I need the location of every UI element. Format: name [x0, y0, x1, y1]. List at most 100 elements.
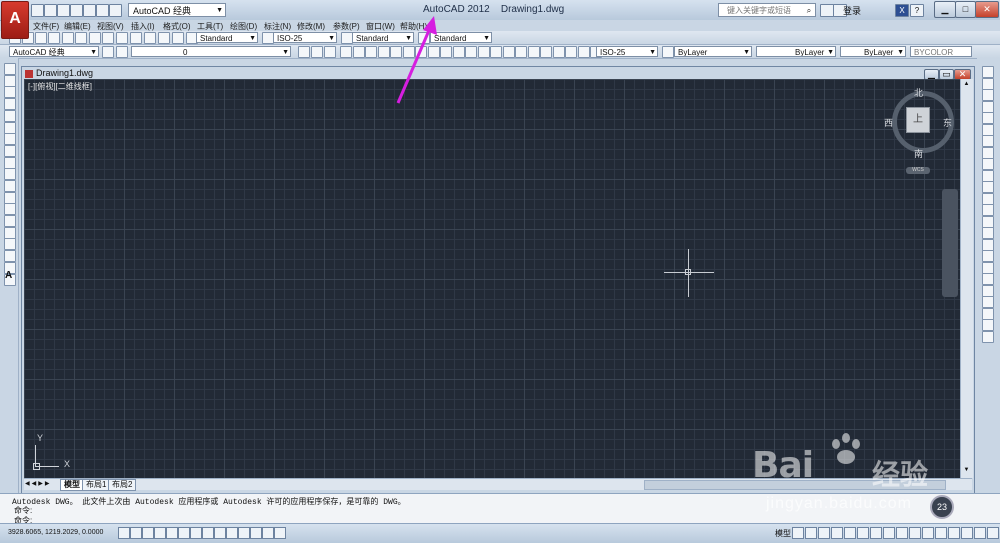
draw-tool-icon-4[interactable] — [4, 110, 16, 122]
modify-tool-icon-23[interactable] — [982, 331, 994, 343]
search-icon[interactable]: ⌕ — [803, 5, 815, 16]
draw-tool-icon-3[interactable] — [4, 98, 16, 110]
draw-tool-icon-9[interactable] — [4, 168, 16, 180]
status-toggle-icon-7[interactable] — [202, 527, 214, 539]
status-toggle-icon-13[interactable] — [274, 527, 286, 539]
draw-tool-icon-12[interactable] — [4, 203, 16, 215]
modify-tool-icon-18[interactable] — [982, 273, 994, 285]
workspace-dropdown[interactable]: AutoCAD 经典 ▼ — [128, 3, 226, 17]
standard-tool-icon-11[interactable] — [158, 32, 170, 44]
model-space-canvas[interactable]: [-][俯视][二维线框] 上 北 南 东 西 WCS Y X — [24, 79, 960, 478]
maximize-button[interactable]: □ — [955, 1, 976, 18]
standard-tool-icon-3[interactable] — [48, 32, 60, 44]
modify-tool-icon-22[interactable] — [982, 319, 994, 331]
redo-icon[interactable] — [109, 4, 122, 17]
scroll-up-icon[interactable]: ▲ — [962, 81, 971, 89]
text-style-dropdown[interactable]: Standard ▼ — [196, 32, 258, 43]
viewcube-east[interactable]: 东 — [943, 116, 952, 129]
communication-icon[interactable] — [820, 4, 834, 17]
layer-dim-tool-icon-19[interactable] — [540, 46, 552, 58]
status-toggle-icon-17[interactable] — [831, 527, 843, 539]
status-toggle-icon-10[interactable] — [238, 527, 250, 539]
layer-dropdown[interactable]: 0 ▼ — [131, 46, 291, 57]
status-toggle-icon-4[interactable] — [166, 527, 178, 539]
viewcube-north[interactable]: 北 — [914, 86, 923, 99]
modify-tool-icon-0[interactable] — [982, 66, 994, 78]
draw-tool-icon-16[interactable] — [4, 250, 16, 262]
layer-dim-tool-icon-16[interactable] — [503, 46, 515, 58]
close-button[interactable]: ✕ — [975, 1, 999, 18]
property-tool-icon-0[interactable] — [662, 46, 674, 58]
modify-tool-icon-12[interactable] — [982, 204, 994, 216]
undo-icon[interactable] — [96, 4, 109, 17]
open-icon[interactable] — [44, 4, 57, 17]
layer-dim-tool-icon-4[interactable] — [353, 46, 365, 58]
help-icon[interactable]: ? — [910, 4, 924, 17]
status-toggle-icon-0[interactable] — [118, 527, 130, 539]
draw-tool-icon-13[interactable] — [4, 215, 16, 227]
modify-tool-icon-16[interactable] — [982, 250, 994, 262]
lineweight-dropdown[interactable]: ByLayer ▼ — [840, 46, 906, 57]
draw-tool-icon-0[interactable] — [4, 63, 16, 75]
layer-dim-tool-icon-0[interactable] — [298, 46, 310, 58]
exchange-icon[interactable]: X — [895, 4, 909, 17]
minimize-button[interactable]: ▁ — [934, 1, 956, 18]
linetype-dropdown[interactable]: ByLayer ▼ — [756, 46, 836, 57]
layer-dim-tool-icon-2[interactable] — [324, 46, 336, 58]
color-dropdown[interactable]: ByLayer ▼ — [674, 46, 752, 57]
status-toggle-icon-15[interactable] — [805, 527, 817, 539]
status-toggle-icon-14[interactable] — [792, 527, 804, 539]
vertical-scrollbar[interactable]: ▲ ▼ — [960, 79, 973, 478]
draw-tool-icon-6[interactable] — [4, 133, 16, 145]
standard-tool-icon-6[interactable] — [89, 32, 101, 44]
layer-dim-tool-icon-15[interactable] — [490, 46, 502, 58]
layer-dim-tool-icon-12[interactable] — [453, 46, 465, 58]
standard-tool-icon-12[interactable] — [172, 32, 184, 44]
standard-tool-icon-4[interactable] — [62, 32, 74, 44]
dim-style-dropdown-2[interactable]: ISO-25 ▼ — [596, 46, 658, 57]
scroll-down-icon[interactable]: ▼ — [962, 467, 971, 475]
viewcube-west[interactable]: 西 — [884, 116, 893, 129]
status-toggle-icon-28[interactable] — [974, 527, 986, 539]
status-toggle-icon-16[interactable] — [818, 527, 830, 539]
viewcube-south[interactable]: 南 — [914, 147, 923, 160]
status-toggle-icon-27[interactable] — [961, 527, 973, 539]
modify-tool-icon-20[interactable] — [982, 296, 994, 308]
status-toggle-icon-2[interactable] — [142, 527, 154, 539]
modify-tool-icon-14[interactable] — [982, 227, 994, 239]
layer-dim-tool-icon-18[interactable] — [528, 46, 540, 58]
status-toggle-icon-8[interactable] — [214, 527, 226, 539]
status-toggle-icon-26[interactable] — [948, 527, 960, 539]
standard-tool-icon-5[interactable] — [75, 32, 87, 44]
modify-tool-icon-10[interactable] — [982, 181, 994, 193]
multiline-text-icon[interactable]: A — [5, 270, 12, 281]
draw-tool-icon-10[interactable] — [4, 180, 16, 192]
viewcube-top-face[interactable]: 上 — [906, 107, 930, 133]
standard-tool-icon-8[interactable] — [116, 32, 128, 44]
tab-nav-arrows-icon[interactable]: ◀◀▶▶ — [25, 480, 51, 487]
draw-tool-icon-7[interactable] — [4, 145, 16, 157]
status-toggle-icon-21[interactable] — [883, 527, 895, 539]
plot-icon[interactable] — [83, 4, 96, 17]
wcs-menu[interactable]: WCS — [906, 167, 930, 174]
status-toggle-icon-11[interactable] — [250, 527, 262, 539]
modify-tool-icon-8[interactable] — [982, 158, 994, 170]
plotstyle-dropdown[interactable]: BYCOLOR — [910, 46, 972, 57]
status-toggle-icon-20[interactable] — [870, 527, 882, 539]
layer-dim-tool-icon-21[interactable] — [565, 46, 577, 58]
save-as-icon[interactable] — [70, 4, 83, 17]
status-toggle-icon-19[interactable] — [857, 527, 869, 539]
coordinates-readout[interactable]: 3928.6065, 1219.2029, 0.0000 — [8, 529, 103, 536]
layer-dim-tool-icon-1[interactable] — [311, 46, 323, 58]
viewport-controls-label[interactable]: [-][俯视][二维线框] — [28, 81, 92, 92]
modify-tool-icon-6[interactable] — [982, 135, 994, 147]
layer-dim-tool-icon-17[interactable] — [515, 46, 527, 58]
status-toggle-icon-24[interactable] — [922, 527, 934, 539]
layer-dim-tool-icon-22[interactable] — [578, 46, 590, 58]
status-toggle-icon-6[interactable] — [190, 527, 202, 539]
tab-layout1[interactable]: 布局1 — [82, 479, 111, 491]
save-icon[interactable] — [57, 4, 70, 17]
status-toggle-icon-23[interactable] — [909, 527, 921, 539]
workspace-tool-icon-1[interactable] — [116, 46, 128, 58]
tab-layout2[interactable]: 布局2 — [108, 479, 137, 491]
